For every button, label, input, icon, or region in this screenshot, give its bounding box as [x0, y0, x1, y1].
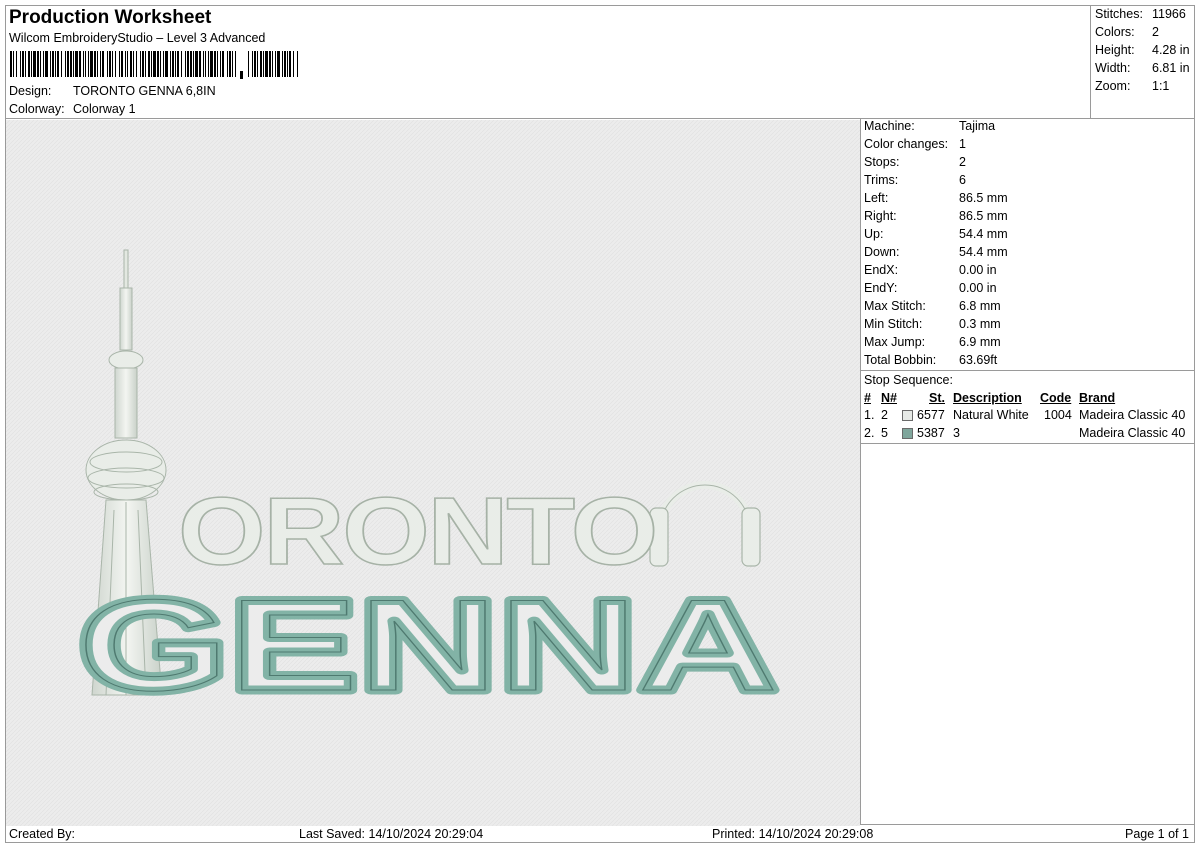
info-divider [860, 370, 1195, 371]
machine-info-label: Right: [864, 209, 897, 223]
design-name: TORONTO GENNA 6,8IN [73, 84, 216, 98]
stop-divider [860, 443, 1195, 444]
stop-row-st: 5387 [917, 426, 945, 440]
stop-row-brand: Madeira Classic 40 [1079, 426, 1186, 440]
machine-info-label: Up: [864, 227, 884, 241]
zoom-label: Zoom: [1095, 79, 1131, 93]
col-hash-header: # [864, 391, 871, 405]
width-label: Width: [1095, 61, 1131, 75]
stop-row-brand: Madeira Classic 40 [1079, 408, 1186, 422]
machine-info-label: Min Stitch: [864, 317, 923, 331]
stop-row-code: 1004 [1044, 408, 1072, 422]
printed: Printed: 14/10/2024 20:29:08 [712, 827, 873, 841]
printed-value: 14/10/2024 20:29:08 [758, 827, 874, 841]
stop-row-hash: 1. [864, 408, 875, 422]
machine-info-value: 0.3 mm [959, 317, 1001, 331]
col-st-header: St. [929, 391, 945, 405]
stitches-label: Stitches: [1095, 7, 1143, 21]
software-name: Wilcom EmbroideryStudio – Level 3 Advanc… [9, 31, 266, 45]
created-by: Created By: [9, 827, 76, 841]
printed-label: Printed: [712, 827, 756, 841]
machine-info-label: Down: [864, 245, 900, 259]
col-description-header: Description [953, 391, 1022, 405]
machine-info-value: 54.4 mm [959, 227, 1008, 241]
machine-info-value: 86.5 mm [959, 191, 1008, 205]
machine-info-value: 0.00 in [959, 263, 997, 277]
machine-info-label: Trims: [864, 173, 899, 187]
stop-row-hash: 2. [864, 426, 875, 440]
machine-info-value: 54.4 mm [959, 245, 1008, 259]
col-code-header: Code [1040, 391, 1072, 405]
machine-info-value: Tajima [959, 119, 996, 133]
machine-info-label: EndX: [864, 263, 899, 277]
col-brand-header: Brand [1079, 391, 1116, 405]
width-value: 6.81 in [1152, 61, 1190, 75]
machine-info-label: Machine: [864, 119, 915, 133]
thread-color-swatch [902, 428, 913, 439]
machine-info-label: EndY: [864, 281, 898, 295]
machine-info-label: Left: [864, 191, 889, 205]
machine-info-value: 6.9 mm [959, 335, 1001, 349]
height-label: Height: [1095, 43, 1135, 57]
colors-label: Colors: [1095, 25, 1135, 39]
colors-value: 2 [1152, 25, 1159, 39]
machine-info-value: 6.8 mm [959, 299, 1001, 313]
summary-divider [1090, 5, 1091, 118]
embroidery-design: ORONTO GENNA GENNA [6, 120, 860, 826]
last-saved-label: Last Saved: [299, 827, 366, 841]
machine-info-value: 1 [959, 137, 966, 151]
last-saved: Last Saved: 14/10/2024 20:29:04 [299, 827, 483, 841]
machine-info-label: Stops: [864, 155, 900, 169]
stop-row-description: 3 [953, 426, 960, 440]
colorway-name: Colorway 1 [73, 102, 136, 116]
stitches-value: 11966 [1152, 7, 1186, 21]
machine-info-value: 2 [959, 155, 966, 169]
machine-info-label: Color changes: [864, 137, 949, 151]
stop-sequence-title: Stop Sequence: [864, 373, 953, 387]
stop-row-description: Natural White [953, 408, 1029, 422]
design-row: Design: TORONTO GENNA 6,8IN [9, 84, 216, 98]
header-divider [5, 118, 1195, 119]
design-line-genna-outline: GENNA [78, 572, 778, 718]
barcode-graphic [10, 51, 298, 79]
design-preview: ORONTO GENNA GENNA [6, 120, 860, 826]
design-line-oronto: ORONTO [178, 478, 656, 585]
design-label: Design: [9, 84, 52, 98]
page-number: Page 1 of 1 [1125, 827, 1189, 841]
last-saved-value: 14/10/2024 20:29:04 [368, 827, 484, 841]
height-value: 4.28 in [1152, 43, 1190, 57]
worksheet-title: Production Worksheet [9, 7, 212, 28]
preview-divider [860, 118, 861, 824]
machine-info-value: 0.00 in [959, 281, 997, 295]
machine-info-value: 6 [959, 173, 966, 187]
machine-info-label: Max Jump: [864, 335, 926, 349]
machine-info-value: 63.69ft [959, 353, 998, 367]
machine-info-label: Total Bobbin: [864, 353, 937, 367]
stop-row-st: 6577 [917, 408, 945, 422]
machine-info-label: Max Stitch: [864, 299, 926, 313]
colorway-label: Colorway: [9, 102, 65, 116]
stop-row-n: 2 [881, 408, 888, 422]
zoom-value: 1:1 [1152, 79, 1170, 93]
stop-row-n: 5 [881, 426, 888, 440]
colorway-row: Colorway: Colorway 1 [9, 102, 136, 116]
thread-color-swatch [902, 410, 913, 421]
col-n-header: N# [881, 391, 897, 405]
machine-info-value: 86.5 mm [959, 209, 1008, 223]
